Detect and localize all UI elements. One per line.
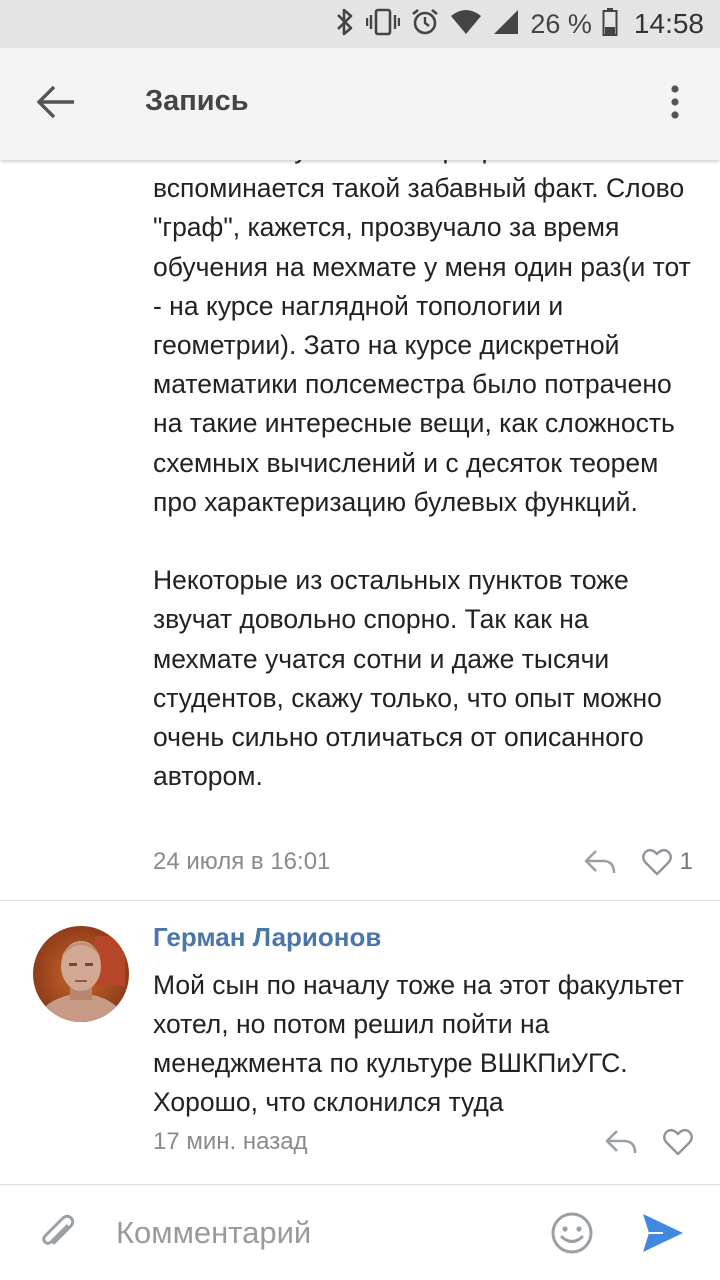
comments-list[interactable]: На счёт актуальности программы мне вспом…	[0, 160, 720, 1184]
signal-icon	[492, 8, 520, 41]
paperclip-icon	[42, 1214, 75, 1245]
more-vertical-icon	[670, 84, 680, 125]
like-button[interactable]: 1	[641, 848, 693, 876]
heart-icon	[663, 1128, 693, 1156]
comment-paragraph: вспоминается такой забавный факт. Слово …	[153, 173, 691, 517]
app-bar: Запись	[0, 48, 720, 160]
wifi-icon	[450, 8, 482, 41]
comment-meta: 24 июля в 16:01 1	[153, 842, 693, 882]
comment-text: На счёт актуальности программы мне вспом…	[153, 160, 693, 796]
like-button[interactable]	[663, 1128, 693, 1156]
comment-input[interactable]	[116, 1209, 536, 1257]
reply-button[interactable]	[580, 845, 620, 879]
comment-author[interactable]: Герман Ларионов	[153, 922, 381, 953]
reply-icon	[605, 1130, 637, 1154]
back-button[interactable]	[30, 80, 82, 128]
like-count: 1	[679, 848, 693, 875]
emoji-button[interactable]	[548, 1209, 596, 1257]
comment-paragraph: Некоторые из остальных пунктов тоже звуч…	[153, 565, 662, 792]
comment-text-partial-line: На счёт актуальности программы мне	[153, 160, 693, 169]
alarm-icon	[410, 7, 440, 42]
comment-date: 24 июля в 16:01	[153, 848, 331, 875]
reply-icon	[584, 850, 615, 874]
clock: 14:58	[633, 8, 704, 39]
comment-divider	[0, 900, 720, 901]
vibrate-icon	[366, 7, 401, 42]
page-title: Запись	[145, 85, 249, 117]
comment-date: 17 мин. назад	[153, 1128, 308, 1155]
attach-button[interactable]	[34, 1209, 82, 1257]
status-bar: 26 % 14:58	[0, 0, 720, 48]
comment-text: Мой сын по началу тоже на этот факультет…	[153, 970, 684, 1117]
more-options-button[interactable]	[660, 78, 690, 130]
bluetooth-icon	[334, 7, 356, 42]
send-icon	[643, 1214, 683, 1252]
reply-button[interactable]	[601, 1125, 641, 1159]
smiley-icon	[551, 1212, 593, 1254]
comment-input-bar	[0, 1184, 720, 1280]
avatar[interactable]	[33, 926, 129, 1022]
battery-icon	[602, 7, 618, 42]
comment-meta: 17 мин. назад	[153, 1122, 693, 1162]
status-icons: 26 % 14:58	[334, 0, 704, 48]
back-arrow-icon	[36, 84, 76, 125]
battery-percent: 26 %	[530, 8, 592, 39]
send-button[interactable]	[638, 1209, 688, 1257]
heart-icon	[641, 848, 672, 876]
